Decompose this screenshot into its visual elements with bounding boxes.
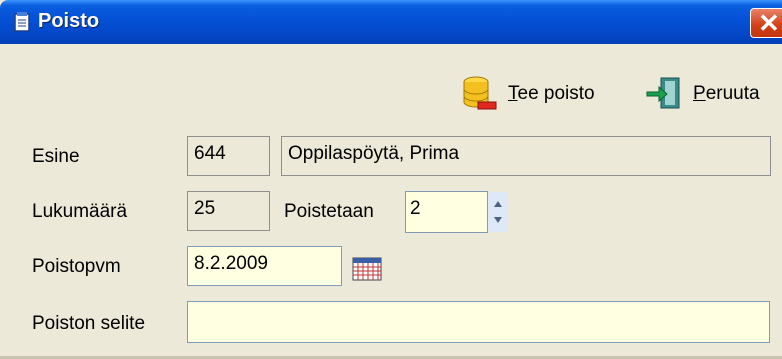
poistopvm-input[interactable]: 8.2.2009 bbox=[187, 246, 342, 286]
peruuta-button[interactable]: Peruuta bbox=[645, 74, 760, 114]
peruuta-label: Peruuta bbox=[693, 83, 760, 104]
dialog-window: Poisto ✕ Tee poisto Peruuta Esine 644 Op… bbox=[0, 0, 782, 359]
window-title: Poisto bbox=[38, 10, 100, 32]
close-button[interactable]: ✕ bbox=[750, 8, 782, 38]
database-delete-icon bbox=[463, 76, 497, 110]
poiston-selite-label: Poiston selite bbox=[32, 313, 146, 334]
esine-name-field: Oppilaspöytä, Prima bbox=[281, 136, 771, 176]
poistopvm-label: Poistopvm bbox=[32, 256, 121, 277]
exit-door-icon bbox=[646, 77, 680, 109]
lukumaara-label: Lukumäärä bbox=[32, 201, 128, 222]
lukumaara-field: 25 bbox=[187, 191, 270, 231]
calendar-icon[interactable] bbox=[352, 255, 384, 281]
tee-poisto-label: Tee poisto bbox=[508, 83, 595, 104]
esine-id-field: 644 bbox=[187, 136, 270, 176]
notepad-icon bbox=[14, 12, 30, 32]
tee-poisto-button[interactable]: Tee poisto bbox=[460, 74, 595, 114]
poistetaan-label: Poistetaan bbox=[284, 201, 374, 222]
poiston-selite-input[interactable] bbox=[187, 301, 770, 343]
poistetaan-input[interactable]: 2 bbox=[405, 191, 488, 233]
close-icon: ✕ bbox=[758, 8, 780, 38]
title-bar[interactable]: Poisto ✕ bbox=[0, 0, 782, 44]
spinner-icon[interactable] bbox=[488, 192, 508, 232]
esine-label: Esine bbox=[32, 146, 80, 167]
